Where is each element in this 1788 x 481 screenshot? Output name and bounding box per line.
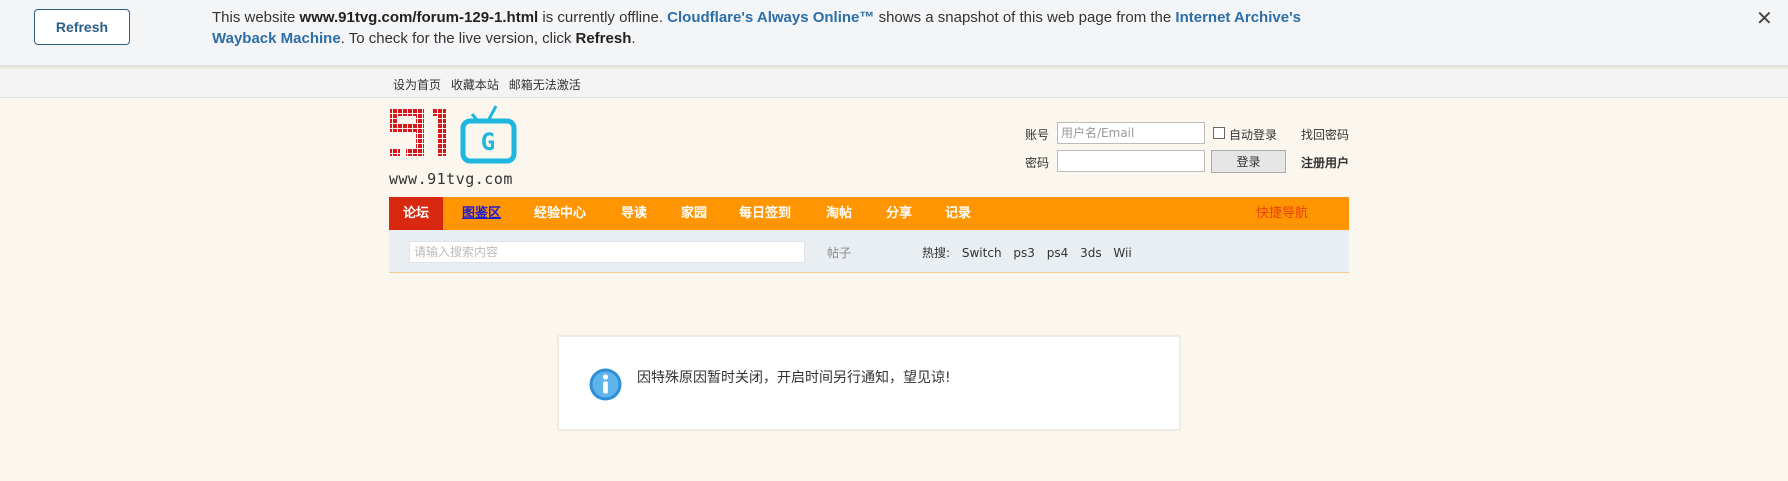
hot-term-ps3[interactable]: ps3: [1013, 246, 1035, 260]
msg-text-4: . To check for the live version, click: [340, 30, 576, 47]
password-label: 密码: [1025, 156, 1050, 170]
info-icon: [589, 368, 622, 401]
nav-quick-nav[interactable]: 快捷导航: [1256, 197, 1308, 230]
auto-login-label[interactable]: 自动登录: [1229, 126, 1277, 143]
hot-term-switch[interactable]: Switch: [962, 246, 1002, 260]
always-online-link[interactable]: Cloudflare's Always Online™: [667, 9, 874, 26]
nav-guide[interactable]: 导读: [621, 197, 647, 230]
nav-collections[interactable]: 淘帖: [826, 197, 852, 230]
msg-text-2: is currently offline.: [538, 9, 668, 26]
refresh-button[interactable]: Refresh: [34, 9, 130, 45]
logo-tv-letter: G: [481, 128, 495, 156]
msg-refresh-word: Refresh: [575, 30, 632, 47]
nav-share[interactable]: 分享: [886, 197, 912, 230]
nav-experience[interactable]: 经验中心: [534, 197, 586, 230]
nav-record[interactable]: 记录: [945, 197, 971, 230]
main-nav: 论坛 图鉴区 经验中心 导读 家园 每日签到 淘帖 分享 记录 快捷导航: [389, 197, 1349, 230]
search-input[interactable]: [409, 241, 805, 263]
account-input[interactable]: [1057, 122, 1205, 144]
site-toolbar: 设为首页 收藏本站 邮箱无法激活: [0, 70, 1788, 98]
search-type-select[interactable]: 帖子: [827, 244, 851, 261]
offline-url: www.91tvg.com/forum-129-1.html: [299, 9, 539, 26]
nav-forum[interactable]: 论坛: [389, 197, 444, 230]
account-label: 账号: [1025, 128, 1050, 142]
close-icon[interactable]: ✕: [1756, 6, 1773, 30]
nav-gallery[interactable]: 图鉴区: [462, 197, 501, 230]
hot-label: 热搜:: [922, 246, 951, 260]
offline-message: This website www.91tvg.com/forum-129-1.h…: [212, 7, 1332, 49]
register-link[interactable]: 注册用户: [1301, 154, 1349, 171]
msg-text-1: This website: [212, 9, 300, 26]
hot-term-wii[interactable]: Wii: [1113, 246, 1131, 260]
hot-term-3ds[interactable]: 3ds: [1080, 246, 1102, 260]
forgot-password-link[interactable]: 找回密码: [1301, 126, 1349, 143]
logo-url: www.91tvg.com: [389, 170, 513, 188]
hot-searches: 热搜: Switch ps3 ps4 3ds Wii: [922, 244, 1140, 261]
hot-term-ps4[interactable]: ps4: [1047, 246, 1069, 260]
password-input[interactable]: [1057, 150, 1205, 172]
bookmark-site-link[interactable]: 收藏本站: [451, 78, 499, 92]
set-homepage-link[interactable]: 设为首页: [393, 78, 441, 92]
email-activation-link[interactable]: 邮箱无法激活: [509, 78, 581, 92]
nav-home[interactable]: 家园: [681, 197, 707, 230]
cloudflare-banner: Refresh This website www.91tvg.com/forum…: [0, 0, 1788, 66]
msg-text-3: shows a snapshot of this web page from t…: [874, 9, 1176, 26]
checkbox-icon[interactable]: [1213, 127, 1225, 139]
notice-message: 因特殊原因暂时关闭，开启时间另行通知，望见谅!: [637, 370, 951, 386]
toolbar-links: 设为首页 收藏本站 邮箱无法激活: [393, 76, 587, 93]
login-button[interactable]: 登录: [1211, 150, 1286, 173]
notice-box: 因特殊原因暂时关闭，开启时间另行通知，望见谅!: [557, 335, 1181, 431]
msg-text-5: .: [631, 30, 636, 47]
search-bar: 帖子 热搜: Switch ps3 ps4 3ds Wii: [389, 230, 1349, 273]
nav-checkin[interactable]: 每日签到: [739, 197, 791, 230]
